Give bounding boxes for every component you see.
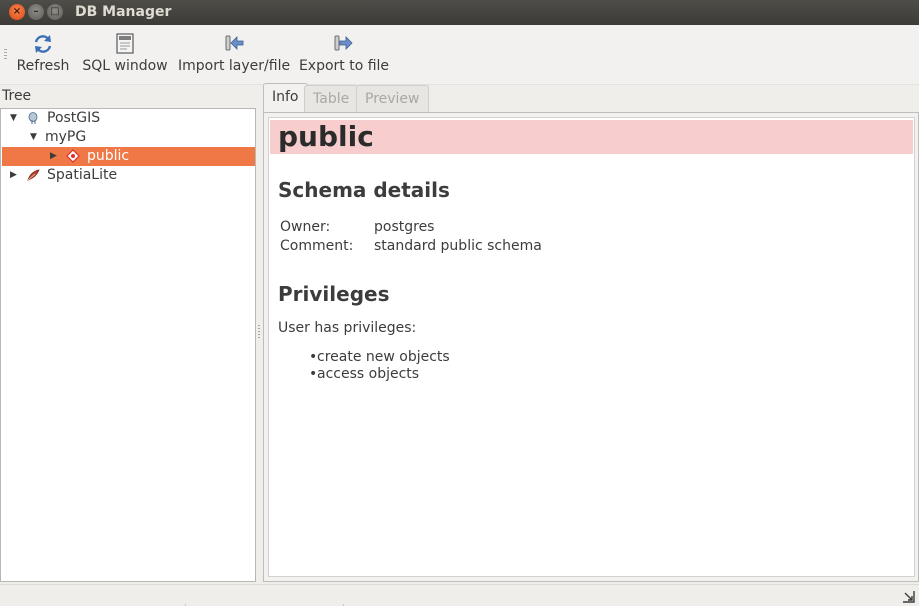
tree-node-mypg[interactable]: ▼ myPG	[2, 128, 255, 147]
privileges-intro: User has privileges:	[278, 320, 417, 336]
pane-splitter-handle[interactable]	[258, 325, 260, 339]
privilege-text: access objects	[317, 366, 420, 382]
tree-node-public[interactable]: ▶ public	[2, 147, 255, 166]
db-tree[interactable]: ▼ PostGIS ▼ myPG ▶ public ▶ SpatiaLite	[0, 108, 256, 582]
status-bar	[0, 584, 919, 606]
minimize-window-button[interactable]: –	[28, 4, 44, 20]
export-file-button[interactable]: Export to file	[298, 30, 390, 82]
bullet-icon: •	[309, 349, 318, 365]
info-content: public Schema details Owner: postgres Co…	[268, 117, 915, 577]
tree-node-label: public	[87, 148, 130, 164]
schema-title: public	[270, 120, 913, 154]
tree-node-label: myPG	[45, 129, 87, 145]
refresh-icon	[34, 35, 52, 53]
comment-value: standard public schema	[374, 238, 542, 254]
toolbar-grip-handle[interactable]	[4, 49, 7, 59]
tree-node-label: SpatiaLite	[47, 167, 118, 183]
owner-value: postgres	[374, 219, 435, 235]
bullet-icon: •	[309, 366, 318, 382]
import-layer-label: Import layer/file	[178, 58, 291, 74]
sql-window-button[interactable]: SQL window	[81, 30, 169, 82]
privileges-heading: Privileges	[278, 282, 390, 306]
close-window-button[interactable]: ×	[9, 4, 25, 20]
window-title: DB Manager	[75, 4, 172, 20]
tab-info[interactable]: Info	[263, 83, 308, 113]
expanded-arrow-icon[interactable]: ▼	[10, 109, 17, 128]
tree-panel-title: Tree	[2, 88, 32, 104]
refresh-label: Refresh	[16, 58, 70, 74]
tab-table[interactable]: Table	[304, 85, 359, 113]
refresh-button[interactable]: Refresh	[14, 30, 72, 82]
privilege-text: create new objects	[317, 349, 450, 365]
schema-icon	[66, 149, 80, 163]
toolbar: Refresh SQL window Import layer/file Exp…	[0, 25, 919, 85]
import-layer-button[interactable]: Import layer/file	[178, 30, 290, 82]
import-icon	[225, 35, 244, 51]
comment-label: Comment:	[280, 238, 354, 254]
postgis-elephant-icon	[28, 112, 38, 124]
title-bar[interactable]: × – □ DB Manager	[0, 0, 919, 25]
privilege-item: •create new objects	[309, 349, 450, 365]
resize-grip-icon[interactable]	[900, 588, 916, 604]
owner-label: Owner:	[280, 219, 331, 235]
sql-window-icon	[116, 33, 134, 54]
collapsed-arrow-icon[interactable]: ▶	[50, 147, 57, 166]
db-manager-window: × – □ DB Manager Refresh SQL window Impo…	[0, 0, 919, 606]
sql-window-label: SQL window	[82, 58, 168, 74]
maximize-window-button[interactable]: □	[47, 4, 63, 20]
collapsed-arrow-icon[interactable]: ▶	[10, 166, 17, 185]
tab-preview[interactable]: Preview	[356, 85, 429, 113]
schema-details-heading: Schema details	[278, 178, 450, 202]
spatialite-feather-icon	[27, 169, 40, 181]
privilege-item: •access objects	[309, 366, 419, 382]
tree-node-spatialite[interactable]: ▶ SpatiaLite	[2, 166, 255, 185]
export-icon	[334, 35, 353, 51]
export-file-label: Export to file	[298, 58, 390, 74]
tree-node-label: PostGIS	[47, 110, 101, 126]
tree-node-postgis[interactable]: ▼ PostGIS	[2, 109, 255, 128]
expanded-arrow-icon[interactable]: ▼	[30, 128, 37, 147]
